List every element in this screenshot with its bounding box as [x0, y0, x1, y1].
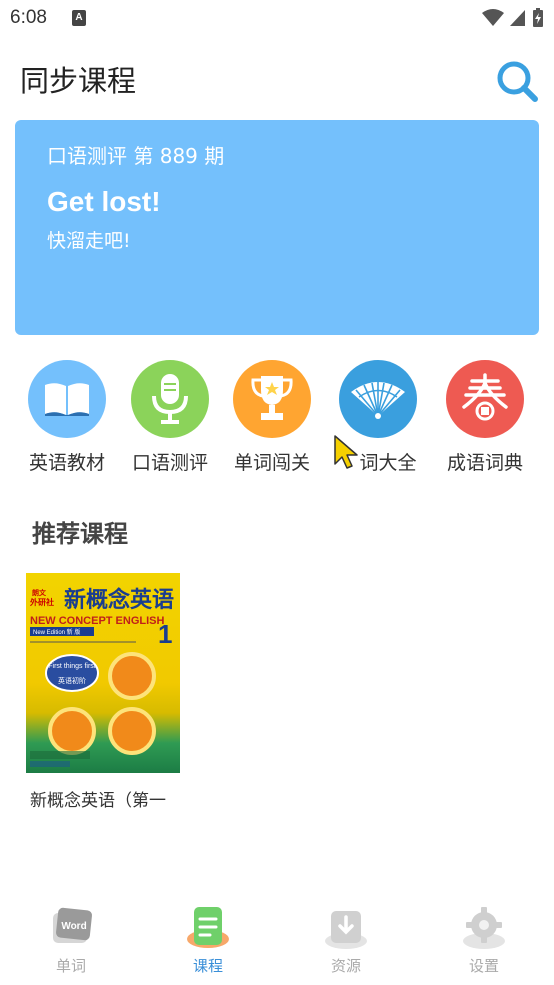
cover-badge-cn: 英语初阶 — [58, 676, 86, 685]
search-icon — [497, 61, 538, 102]
daily-speaking-banner[interactable]: 口语测评 第 889 期 Get lost! 快溜走吧! — [15, 120, 539, 335]
nav-item-resources[interactable]: 资源 — [277, 895, 415, 985]
svg-text:Word: Word — [61, 921, 86, 932]
page-title: 同步课程 — [20, 64, 137, 98]
status-bar: 6:08 A — [0, 0, 554, 40]
cover-publisher-top: 朗文 — [32, 588, 47, 597]
spring-seal-icon — [446, 360, 524, 438]
signal-icon — [510, 10, 525, 26]
banner-english-phrase: Get lost! — [47, 186, 161, 217]
bottom-navigation: Word 单词 课程 资源 设置 — [0, 895, 554, 985]
fan-icon — [339, 360, 417, 438]
category-speaking-test[interactable]: 口语测评 — [115, 358, 225, 478]
status-icons — [482, 8, 544, 28]
category-grid: 英语教材 口语测评 单词闯关 词大全 成语词典 — [0, 358, 554, 478]
course-cover-image: 朗文 外研社 新概念英语 NEW CONCEPT ENGLISH New Edi… — [26, 573, 180, 773]
trophy-icon — [233, 360, 311, 438]
nav-item-words[interactable]: Word 单词 — [2, 895, 140, 985]
battery-icon — [533, 8, 543, 27]
category-english-textbook[interactable]: 英语教材 — [12, 358, 122, 478]
status-time: 6:08 — [10, 7, 47, 28]
category-label: 英语教材 — [28, 452, 105, 474]
banner-chinese-phrase: 快溜走吧! — [47, 230, 131, 252]
cover-publisher: 外研社 — [30, 597, 54, 607]
course-name: 新概念英语（第一 — [30, 791, 166, 811]
banner-issue: 口语测评 第 889 期 — [47, 144, 225, 168]
nav-item-courses[interactable]: 课程 — [139, 895, 277, 985]
word-card-icon: Word — [53, 907, 92, 943]
wifi-icon — [482, 9, 504, 26]
nav-label: 资源 — [330, 957, 361, 975]
search-button[interactable] — [494, 58, 540, 104]
nav-label: 单词 — [55, 957, 86, 975]
category-idiom-dictionary[interactable]: 成语词典 — [430, 358, 540, 478]
category-label: 成语词典 — [446, 452, 523, 474]
cover-badge: First things first — [48, 663, 96, 670]
course-card[interactable]: 朗文 外研社 新概念英语 NEW CONCEPT ENGLISH New Edi… — [26, 573, 180, 813]
recommended-courses-title: 推荐课程 — [32, 520, 128, 548]
download-icon — [325, 911, 367, 949]
category-word-challenge[interactable]: 单词闯关 — [217, 358, 327, 478]
notification-icon: A — [72, 10, 86, 26]
cover-subtitle: NEW CONCEPT ENGLISH — [30, 615, 165, 627]
nav-item-settings[interactable]: 设置 — [415, 895, 553, 985]
gear-icon — [463, 907, 505, 949]
cover-title: 新概念英语 — [64, 587, 174, 613]
category-label: 单词闯关 — [233, 452, 310, 474]
mouse-cursor-icon — [334, 435, 358, 469]
nav-label: 课程 — [192, 957, 223, 975]
category-label: 口语测评 — [131, 452, 208, 474]
course-list-icon — [187, 907, 229, 948]
cover-edition: New Edition 新 版 — [33, 628, 80, 636]
cover-number: 1 — [158, 619, 172, 649]
book-icon — [28, 360, 106, 438]
microphone-icon — [131, 360, 209, 438]
nav-label: 设置 — [468, 957, 499, 975]
